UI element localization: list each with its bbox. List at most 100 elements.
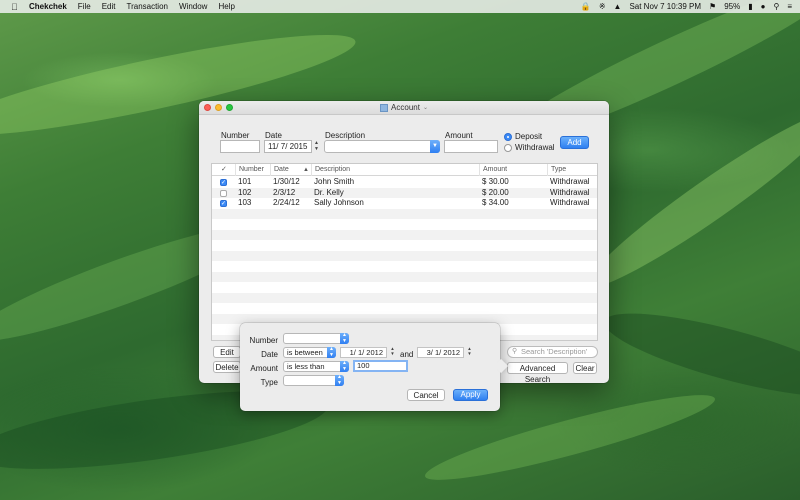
edit-button[interactable]: Edit [213, 346, 241, 358]
and-label: and [400, 350, 414, 359]
menu-edit[interactable]: Edit [102, 2, 116, 11]
date-from-stepper[interactable]: ▲ ▼ [389, 346, 396, 357]
grass-blade [575, 97, 800, 303]
cell-amount: $ 34.00 [482, 198, 509, 207]
col-header-number[interactable]: Number [235, 164, 270, 176]
minimize-button[interactable] [215, 104, 222, 111]
description-combo[interactable]: ▼ [324, 140, 440, 153]
date-from-field[interactable]: 1/ 1/ 2012 [340, 347, 387, 358]
popover-amount-label: Amount [250, 364, 278, 373]
updown-chevron-icon[interactable]: ▲ ▼ [327, 346, 336, 358]
chevron-down-icon[interactable]: ▼ [430, 140, 440, 153]
apple-menu-icon[interactable]:  [11, 2, 21, 12]
menu-transaction[interactable]: Transaction [126, 2, 168, 11]
title-bar[interactable]: Account ⌄ [199, 101, 609, 115]
spotlight-search-icon[interactable]: ⚲ [773, 2, 779, 11]
cell-description: Sally Johnson [314, 198, 364, 207]
date-operator-value: is between [287, 348, 323, 357]
col-header-check[interactable]: ✓ [218, 164, 227, 176]
grass-blade [597, 297, 800, 413]
amount-operator-select[interactable]: is less than ▲ ▼ [283, 360, 349, 372]
radio-selected-icon[interactable] [504, 132, 512, 141]
cell-type: Withdrawal [550, 177, 590, 186]
cell-number: 101 [238, 177, 252, 186]
search-icon: ⚲ [512, 348, 518, 355]
amount-operator-value: is less than [287, 362, 325, 371]
number-label: Number [221, 131, 250, 140]
clear-button[interactable]: Clear [573, 362, 597, 374]
apply-button[interactable]: Apply [453, 389, 488, 401]
type-select[interactable]: ▲ ▼ [283, 374, 344, 386]
chevron-down-icon: ⌄ [422, 105, 428, 111]
bluetooth-icon[interactable]: ※ [599, 2, 606, 11]
close-button[interactable] [204, 104, 211, 111]
deposit-label: Deposit [515, 132, 543, 141]
col-header-amount[interactable]: Amount [479, 164, 547, 176]
user-icon[interactable]: ● [761, 2, 766, 11]
number-field[interactable] [220, 140, 260, 153]
empty-table-row [212, 250, 597, 261]
number-operator-select[interactable]: ▲ ▼ [283, 332, 349, 344]
cancel-button[interactable]: Cancel [407, 389, 445, 401]
battery-icon[interactable]: ▮ [748, 2, 752, 11]
popover-number-label: Number [249, 336, 278, 345]
cell-type: Withdrawal [550, 198, 590, 207]
cell-number: 102 [238, 187, 252, 197]
updown-chevron-icon[interactable]: ▲ ▼ [340, 332, 349, 344]
empty-table-row [212, 208, 597, 219]
withdrawal-radio[interactable]: Withdrawal [504, 143, 555, 152]
menu-app-name[interactable]: Chekchek [29, 2, 67, 11]
wifi-icon[interactable]: ▲ [614, 2, 622, 11]
window-title: Account ⌄ [380, 101, 428, 115]
date-to-stepper[interactable]: ▲ ▼ [466, 346, 473, 357]
row-checkbox[interactable] [220, 200, 227, 207]
lock-icon[interactable]: 🔒 [581, 2, 591, 11]
menu-file[interactable]: File [78, 2, 91, 11]
search-input[interactable]: ⚲ Search 'Description' [507, 346, 598, 358]
empty-table-row [212, 261, 597, 272]
date-to-field[interactable]: 3/ 1/ 2012 [417, 347, 464, 358]
radio-unselected-icon[interactable] [504, 143, 512, 152]
window-title-text: Account [391, 103, 420, 112]
empty-table-row [212, 271, 597, 282]
cell-number: 103 [238, 198, 252, 207]
cell-description: John Smith [314, 177, 355, 186]
table-row[interactable]: 101 1/30/12 John Smith $ 30.00 Withdrawal [212, 177, 597, 188]
delete-button[interactable]: Delete [213, 361, 241, 373]
sort-ascending-icon: ▲ [303, 167, 309, 173]
deposit-radio[interactable]: Deposit [504, 132, 542, 141]
amount-field[interactable] [444, 140, 498, 153]
date-stepper[interactable]: ▲ ▼ [313, 140, 320, 153]
date-operator-select[interactable]: is between ▲ ▼ [283, 346, 336, 358]
col-header-description[interactable]: Description [311, 164, 479, 176]
popover-type-label: Type [260, 378, 278, 387]
description-label: Description [325, 131, 366, 140]
row-checkbox[interactable] [220, 179, 227, 186]
empty-table-row [212, 303, 597, 314]
updown-chevron-icon[interactable]: ▲ ▼ [340, 360, 349, 372]
zoom-button[interactable] [226, 104, 233, 111]
updown-chevron-icon[interactable]: ▲ ▼ [335, 374, 344, 386]
battery-percent[interactable]: 95% [724, 2, 740, 11]
table-row[interactable]: 102 2/3/12 Dr. Kelly $ 20.00 Withdrawal [212, 187, 597, 198]
add-button[interactable]: Add [560, 136, 589, 149]
date-field[interactable]: 11/ 7/ 2015 [264, 140, 312, 153]
search-placeholder: Search 'Description' [521, 347, 588, 356]
empty-table-row [212, 219, 597, 230]
cell-amount: $ 30.00 [482, 177, 509, 186]
amount-value-field[interactable]: 100 [353, 360, 408, 372]
clock-text[interactable]: Sat Nov 7 10:39 PM [629, 2, 701, 11]
table-row[interactable]: 103 2/24/12 Sally Johnson $ 34.00 Withdrawal [212, 198, 597, 209]
col-header-type[interactable]: Type [547, 164, 597, 176]
window-controls [204, 104, 233, 111]
transactions-table: ✓ Number Date ▲ Description Amount Type … [211, 163, 598, 341]
popover-date-label: Date [261, 350, 278, 359]
menu-window[interactable]: Window [179, 2, 207, 11]
flag-icon[interactable]: ⚑ [709, 2, 716, 11]
empty-table-row [212, 229, 597, 240]
advanced-search-button[interactable]: Advanced Search [507, 362, 568, 384]
notification-center-icon[interactable]: ≡ [787, 2, 792, 11]
menu-bar:  Chekchek File Edit Transaction Window … [0, 0, 800, 13]
menu-help[interactable]: Help [218, 2, 234, 11]
row-checkbox[interactable] [220, 189, 227, 197]
